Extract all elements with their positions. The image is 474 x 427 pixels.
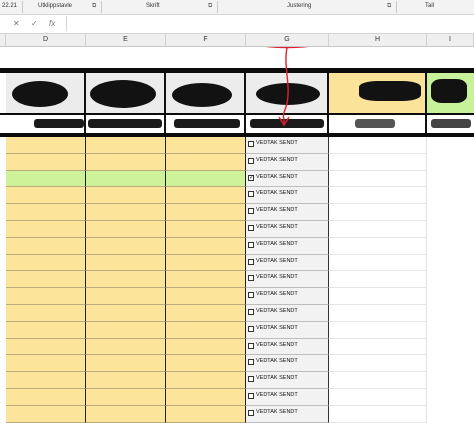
ribbon-groups-bar: 22.21 Utklippstavle ⧉ Skrift ⧉ Justering… (0, 0, 474, 15)
enter-icon[interactable]: ✓ (31, 19, 38, 28)
font-launcher-icon[interactable]: ⧉ (208, 3, 212, 10)
ribbon-separator (396, 1, 397, 13)
column-header-d[interactable]: D (6, 34, 86, 46)
column-header-f[interactable]: F (166, 34, 246, 46)
formula-input[interactable] (66, 16, 472, 31)
column-header-h[interactable]: H (329, 34, 427, 46)
column-header-g[interactable]: G (246, 34, 329, 46)
ribbon-group-alignment: Justering (287, 3, 312, 9)
annotation-arrow-line (282, 47, 289, 124)
column-header-e[interactable]: E (86, 34, 166, 46)
function-icon[interactable]: fx (49, 19, 55, 28)
annotation-circle (265, 47, 309, 49)
ribbon-separator (217, 1, 218, 13)
alignment-launcher-icon[interactable]: ⧉ (387, 3, 391, 10)
red-annotation (265, 47, 309, 127)
worksheet-grid[interactable]: VEDTAK SENDT VEDTAK SENDT ✓ VEDTAK SENDT VED… (0, 47, 474, 427)
column-headers: D E F G H I (0, 34, 474, 47)
ribbon-group-clipboard: Utklippstavle (38, 3, 73, 9)
cancel-icon[interactable]: ✕ (13, 19, 20, 28)
clipboard-launcher-icon[interactable]: ⧉ (92, 3, 96, 10)
ribbon-group-font: Skrift (146, 3, 160, 9)
ribbon-separator (101, 1, 102, 13)
column-header-i[interactable]: I (427, 34, 474, 46)
ribbon-separator (22, 1, 23, 13)
ribbon-version-label: 22.21 (2, 3, 18, 9)
ribbon-group-number: Tall (425, 3, 435, 9)
formula-bar: ✕ ✓ fx (0, 15, 474, 34)
